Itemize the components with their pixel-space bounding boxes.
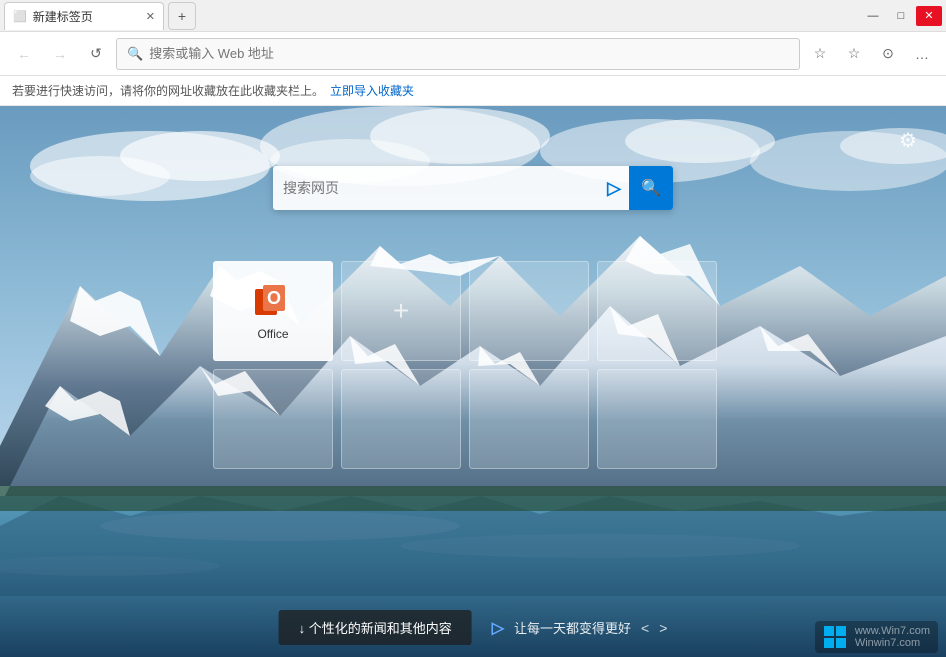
windows-logo-icon — [823, 625, 847, 649]
office-icon: O — [253, 281, 293, 321]
gear-icon: ⚙ — [899, 128, 917, 153]
profile-icon: ⊙ — [882, 45, 894, 62]
tab-close-button[interactable]: ✕ — [146, 10, 155, 23]
forward-icon: → — [53, 46, 67, 62]
watermark-line2: Winwin7.com — [855, 637, 930, 649]
add-tile[interactable]: + — [341, 261, 461, 361]
search-box: ▷ 🔍 — [273, 166, 673, 210]
back-button[interactable]: ← — [8, 38, 40, 70]
back-icon: ← — [17, 46, 31, 62]
address-input[interactable] — [149, 46, 789, 61]
office-tile[interactable]: O Office — [213, 261, 333, 361]
empty-tile-6[interactable] — [597, 369, 717, 469]
bottom-right-area: ▷ 让每一天都变得更好 < > — [492, 618, 668, 638]
motto-text: 让每一天都变得更好 — [514, 618, 631, 637]
tab-title: 新建标签页 — [33, 8, 93, 25]
maximize-button[interactable]: □ — [888, 6, 914, 26]
tab-area-wrapper: ⬜ 新建标签页 ✕ + — [0, 2, 860, 30]
bing-bottom-logo: ▷ — [492, 618, 504, 638]
favbar-message: 若要进行快速访问，请将你的网址收藏放在此收藏夹栏上。 — [12, 82, 324, 99]
next-button[interactable]: > — [659, 620, 667, 636]
more-icon: … — [915, 46, 929, 62]
hub-icon: ☆ — [848, 45, 861, 62]
bottom-bar: ↓ 个性化的新闻和其他内容 ▷ 让每一天都变得更好 < > — [279, 610, 668, 645]
add-tile-icon: + — [393, 295, 409, 327]
news-button[interactable]: ↓ 个性化的新闻和其他内容 — [279, 610, 472, 645]
svg-text:O: O — [267, 288, 281, 308]
news-button-label: ↓ 个性化的新闻和其他内容 — [299, 618, 452, 637]
search-submit-button[interactable]: 🔍 — [629, 166, 673, 210]
watermark: www.Win7.com Winwin7.com — [807, 617, 946, 657]
bing-logo: ▷ — [607, 178, 621, 199]
window-controls: — □ ✕ — [860, 6, 942, 26]
hub-button[interactable]: ☆ — [838, 38, 870, 70]
new-tab-icon: + — [178, 8, 186, 24]
empty-tile-5[interactable] — [469, 369, 589, 469]
content-area: ⚙ ▷ 🔍 O Office + — [0, 106, 946, 657]
empty-tile-1[interactable] — [469, 261, 589, 361]
tab-icon: ⬜ — [13, 10, 27, 23]
nav-right-buttons: ☆ ☆ ⊙ … — [804, 38, 938, 70]
more-button[interactable]: … — [906, 38, 938, 70]
search-input[interactable] — [283, 180, 599, 196]
new-tab-button[interactable]: + — [168, 2, 196, 30]
search-container: ▷ 🔍 — [273, 166, 673, 210]
close-button[interactable]: ✕ — [916, 6, 942, 26]
forward-button[interactable]: → — [44, 38, 76, 70]
prev-button[interactable]: < — [641, 620, 649, 636]
address-bar: 🔍 — [116, 38, 800, 70]
search-submit-icon: 🔍 — [641, 178, 661, 198]
favorites-bar: 若要进行快速访问，请将你的网址收藏放在此收藏夹栏上。 立即导入收藏夹 — [0, 76, 946, 106]
empty-tile-2[interactable] — [597, 261, 717, 361]
search-icon: 🔍 — [127, 46, 143, 62]
tiles-grid: O Office + — [213, 261, 733, 469]
refresh-icon: ↺ — [90, 45, 102, 62]
profile-button[interactable]: ⊙ — [872, 38, 904, 70]
title-bar: ⬜ 新建标签页 ✕ + — □ ✕ — [0, 0, 946, 32]
empty-tile-4[interactable] — [341, 369, 461, 469]
refresh-button[interactable]: ↺ — [80, 38, 112, 70]
office-tile-label: Office — [257, 327, 288, 341]
navigation-bar: ← → ↺ 🔍 ☆ ☆ ⊙ … — [0, 32, 946, 76]
empty-tile-3[interactable] — [213, 369, 333, 469]
settings-button[interactable]: ⚙ — [890, 122, 926, 158]
tab-area: ⬜ 新建标签页 ✕ + — [4, 2, 196, 30]
favorites-icon: ☆ — [814, 45, 827, 62]
import-favorites-link[interactable]: 立即导入收藏夹 — [330, 82, 414, 99]
watermark-line1: www.Win7.com — [855, 625, 930, 637]
favorites-button[interactable]: ☆ — [804, 38, 836, 70]
minimize-button[interactable]: — — [860, 6, 886, 26]
active-tab[interactable]: ⬜ 新建标签页 ✕ — [4, 2, 164, 30]
